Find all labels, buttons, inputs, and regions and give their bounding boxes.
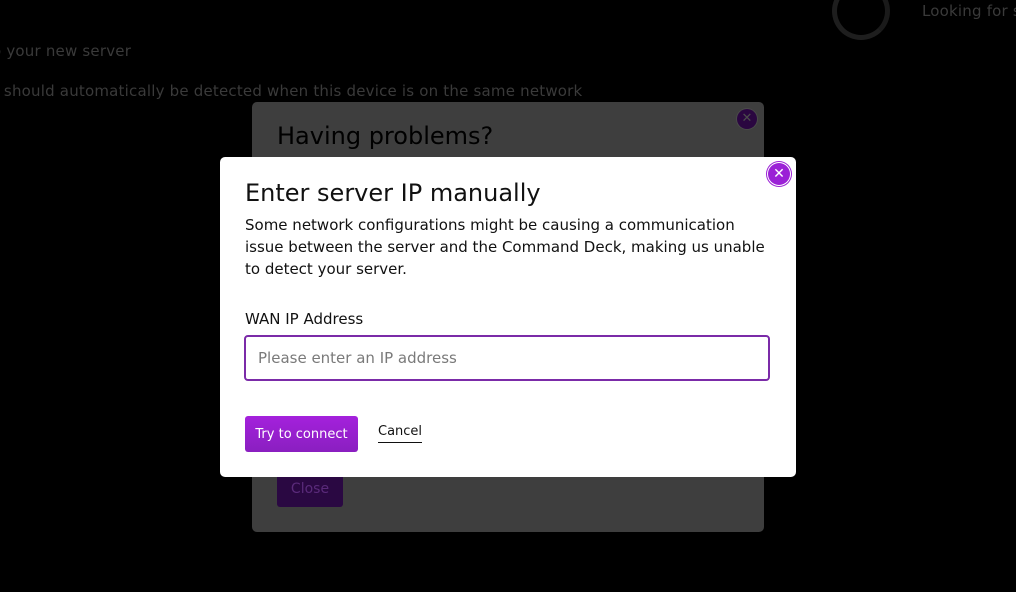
loading-spinner-icon <box>832 0 890 40</box>
cancel-link[interactable]: Cancel <box>378 424 423 443</box>
having-problems-title: Having problems? <box>277 122 494 150</box>
enter-ip-modal: ✕ Enter server IP manually Some network … <box>220 157 796 477</box>
close-button: Close <box>277 472 343 507</box>
modal-description: Some network configurations might be cau… <box>245 216 765 278</box>
background-hint: , should automatically be detected when … <box>0 82 583 100</box>
close-icon[interactable]: ✕ <box>768 163 790 185</box>
page: o your new server , should automatically… <box>0 0 1016 592</box>
try-to-connect-button[interactable]: Try to connect <box>245 416 358 452</box>
wan-ip-label: WAN IP Address <box>245 310 364 328</box>
background-status: Looking for se <box>922 2 1016 20</box>
modal-title: Enter server IP manually <box>245 179 541 207</box>
background-heading: o your new server <box>0 42 132 60</box>
ip-address-input[interactable] <box>244 335 770 381</box>
close-icon: ✕ <box>737 109 757 129</box>
